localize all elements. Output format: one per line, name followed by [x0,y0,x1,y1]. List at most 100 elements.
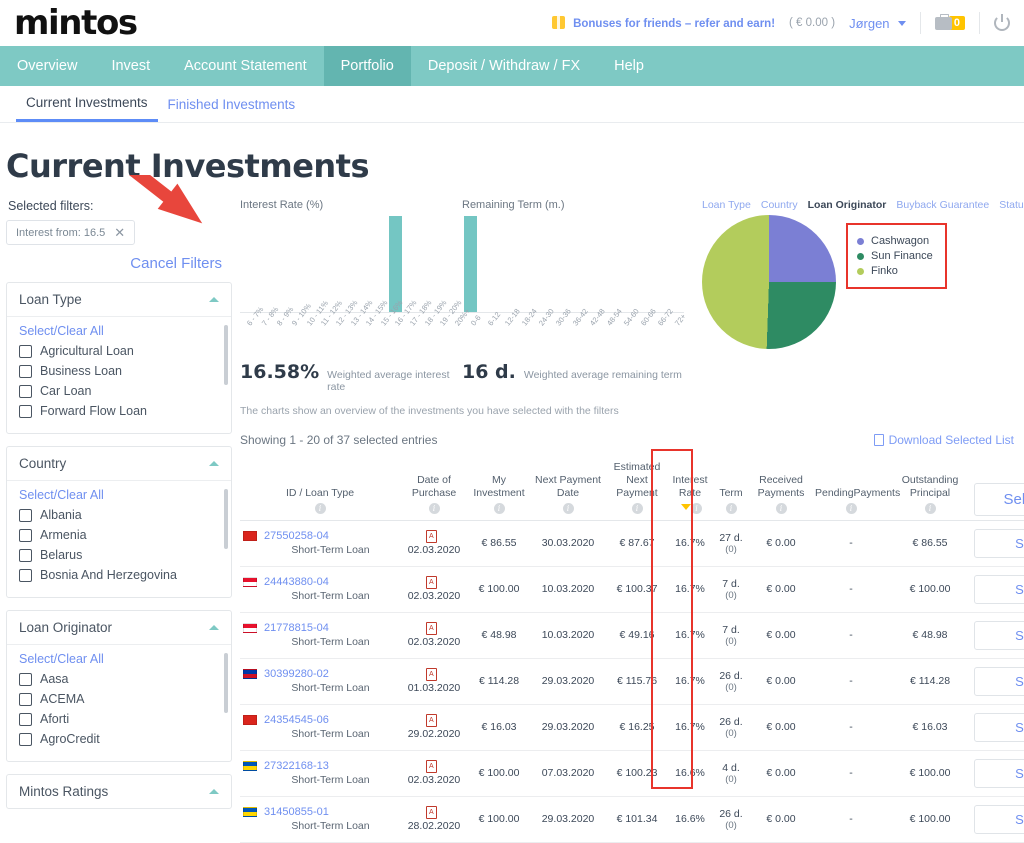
checkbox-row[interactable]: Business Loan [19,364,219,378]
scrollbar-thumb[interactable] [224,325,228,385]
sell-button[interactable]: Sell [974,620,1024,650]
close-icon[interactable]: ✕ [114,226,125,239]
select-clear-all-country[interactable]: Select/Clear All [19,488,219,502]
checkbox-icon[interactable] [19,364,32,378]
info-icon[interactable]: i [493,503,505,515]
info-icon[interactable]: i [845,503,857,515]
filter-group-loan-originator-header[interactable]: Loan Originator [7,611,231,644]
bar-slot[interactable] [388,216,403,312]
pdf-icon[interactable] [426,760,437,773]
checkbox-icon[interactable] [19,672,32,686]
checkbox-row[interactable]: Aforti [19,712,219,726]
nav-item-portfolio[interactable]: Portfolio [323,46,411,86]
col-estimated-next-payment[interactable]: Estimated Next Payment i [606,461,668,520]
col-received-payments[interactable]: Received Payments i [750,461,812,520]
col-my-investment[interactable]: My Investment i [468,461,530,520]
sell-button[interactable]: Sell [974,666,1024,696]
sell-button[interactable]: Sell [974,804,1024,834]
checkbox-row[interactable]: Belarus [19,548,219,562]
mintos-logo[interactable]: mintos [14,6,138,40]
checkbox-row[interactable]: Albania [19,508,219,522]
checkbox-icon[interactable] [19,528,32,542]
loan-id-link[interactable]: 31450855-01 [264,806,329,818]
info-icon[interactable]: i [314,503,326,515]
checkbox-icon[interactable] [19,568,32,582]
col-pending-payments[interactable]: PendingPayments i [812,461,900,520]
pie-tab-loan-originator[interactable]: Loan Originator [808,199,887,211]
bonus-link-wrap[interactable]: Bonuses for friends – refer and earn! [551,16,775,30]
download-selected-list-link[interactable]: Download Selected List [873,433,1024,447]
pie-tab-status[interactable]: Status [999,199,1024,211]
sell-button[interactable]: Sell [974,758,1024,788]
loan-id-link[interactable]: 27550258-04 [264,530,329,542]
filter-group-country-header[interactable]: Country [7,447,231,480]
sell-button[interactable]: Sell [974,528,1024,558]
info-icon[interactable]: i [775,503,787,515]
bar-slot[interactable] [462,216,479,312]
filter-group-loan-type-header[interactable]: Loan Type [7,283,231,316]
col-next-payment-date[interactable]: Next Payment Date i [530,461,606,520]
bar-0-6-months[interactable] [464,216,478,312]
info-icon[interactable]: i [428,503,440,515]
info-icon[interactable]: i [562,503,574,515]
sell-all-button[interactable]: Sell All [974,482,1024,516]
scrollbar-thumb[interactable] [224,489,228,549]
scrollbar-thumb[interactable] [224,653,228,713]
pie-tab-buyback-guarantee[interactable]: Buyback Guarantee [896,199,989,211]
checkbox-row[interactable]: Car Loan [19,384,219,398]
info-icon[interactable]: i [725,503,737,515]
col-interest-rate[interactable]: Interest Rate i [668,461,712,520]
checkbox-icon[interactable] [19,344,32,358]
checkbox-row[interactable]: Agricultural Loan [19,344,219,358]
pdf-icon[interactable] [426,714,437,727]
tab-current-investments[interactable]: Current Investments [16,86,158,122]
select-clear-all-loan-originator[interactable]: Select/Clear All [19,652,219,666]
sell-button[interactable]: Sell [974,712,1024,742]
col-outstanding-principal[interactable]: Outstanding Principal i [890,461,970,520]
legend-item[interactable]: Finko [857,265,933,277]
bonuses-link[interactable]: Bonuses for friends – refer and earn! [573,18,775,30]
pdf-icon[interactable] [426,530,437,543]
checkbox-row[interactable]: Armenia [19,528,219,542]
info-icon[interactable]: i [691,503,702,515]
loan-id-link[interactable]: 27322168-13 [264,760,329,772]
col-id-loan-type[interactable]: ID / Loan Type i [240,461,400,520]
checkbox-row[interactable]: AgroCredit [19,732,219,746]
sell-button[interactable]: Sell [974,574,1024,604]
pdf-icon[interactable] [426,576,437,589]
cancel-filters-link[interactable]: Cancel Filters [6,255,222,272]
filter-group-mintos-ratings-header[interactable]: Mintos Ratings [7,775,231,808]
checkbox-icon[interactable] [19,508,32,522]
pdf-icon[interactable] [426,668,437,681]
bar-16-17-percent[interactable] [388,216,402,312]
info-icon[interactable]: i [924,503,936,515]
loan-id-link[interactable]: 21778815-04 [264,622,329,634]
select-clear-all-loan-type[interactable]: Select/Clear All [19,324,219,338]
briefcase-button[interactable]: 0 [934,13,965,30]
checkbox-row[interactable]: Forward Flow Loan [19,404,219,418]
pie-tab-loan-type[interactable]: Loan Type [702,199,751,211]
checkbox-icon[interactable] [19,548,32,562]
tab-finished-investments[interactable]: Finished Investments [158,86,306,122]
col-term[interactable]: Term i [712,461,750,520]
nav-item-overview[interactable]: Overview [0,46,94,86]
loan-id-link[interactable]: 30399280-02 [264,668,329,680]
checkbox-icon[interactable] [19,692,32,706]
legend-item[interactable]: Sun Finance [857,250,933,262]
checkbox-icon[interactable] [19,404,32,418]
pdf-icon[interactable] [426,622,437,635]
checkbox-row[interactable]: Aasa [19,672,219,686]
legend-item[interactable]: Cashwagon [857,235,933,247]
nav-item-deposit-withdraw-fx[interactable]: Deposit / Withdraw / FX [411,46,597,86]
checkbox-row[interactable]: Bosnia And Herzegovina [19,568,219,582]
nav-item-account-statement[interactable]: Account Statement [167,46,324,86]
checkbox-row[interactable]: ACEMA [19,692,219,706]
user-menu[interactable]: Jørgen [849,16,906,31]
loan-id-link[interactable]: 24443880-04 [264,576,329,588]
logout-power-icon[interactable] [994,14,1010,31]
nav-item-invest[interactable]: Invest [94,46,167,86]
loan-id-link[interactable]: 24354545-06 [264,714,329,726]
pdf-icon[interactable] [426,806,437,819]
filter-chip-interest-from[interactable]: Interest from: 16.5 ✕ [6,220,136,245]
sort-descending-icon[interactable] [681,504,691,511]
